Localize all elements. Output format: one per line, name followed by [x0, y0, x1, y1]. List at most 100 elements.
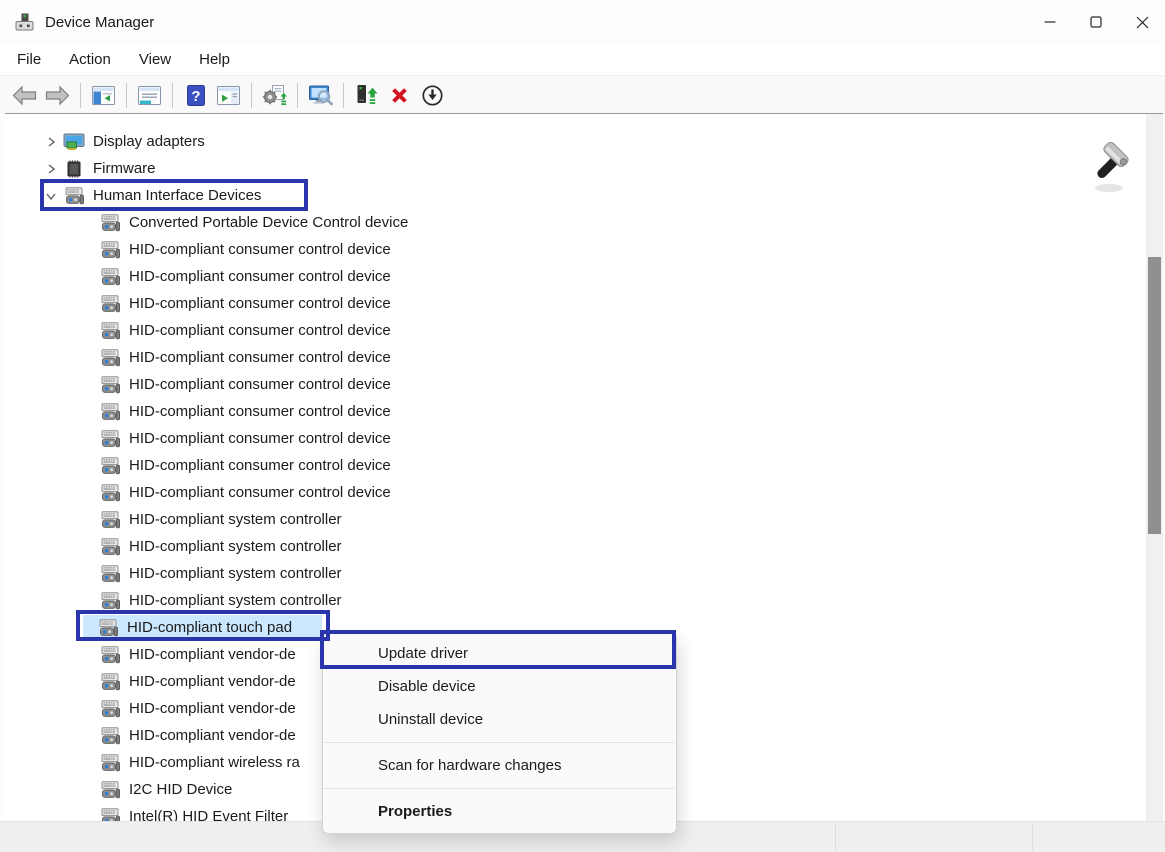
tree-item-human-interface-devices[interactable]: Human Interface Devices — [5, 182, 1143, 209]
hid-icon — [99, 268, 121, 286]
context-menu-item-uninstall-device[interactable]: Uninstall device — [323, 703, 676, 736]
hammer-cursor — [1083, 134, 1139, 201]
chevron-down-icon[interactable] — [41, 187, 61, 205]
firmware-icon — [63, 160, 85, 178]
tree-item-label: HID-compliant consumer control device — [129, 484, 391, 501]
context-menu-item-properties[interactable]: Properties — [323, 795, 676, 828]
menubar-item-view[interactable]: View — [137, 49, 173, 70]
hid-icon — [99, 403, 121, 421]
show-action-pane-icon — [216, 84, 241, 107]
tree-item-firmware[interactable]: Firmware — [5, 155, 1143, 182]
toolbar-separator — [343, 83, 344, 108]
hid-icon — [99, 646, 121, 664]
hid-icon — [99, 214, 121, 232]
hid-icon — [99, 241, 121, 259]
tree-item-label: I2C HID Device — [129, 781, 232, 798]
tree-item-label: HID-compliant consumer control device — [129, 349, 391, 366]
hid-icon — [99, 484, 121, 502]
hid-icon — [99, 511, 121, 529]
scan-hardware-changes-button[interactable] — [304, 80, 337, 110]
context-menu-item-disable-device[interactable]: Disable device — [323, 670, 676, 703]
toolbar: ? — [0, 75, 1165, 114]
tree-item-label: HID-compliant consumer control device — [129, 295, 391, 312]
tree-item-hid-compliant-consumer-control-device[interactable]: HID-compliant consumer control device — [5, 317, 1143, 344]
show-console-tree-button[interactable] — [87, 80, 120, 110]
tree-item-display-adapters[interactable]: Display adapters — [5, 128, 1143, 155]
help-button[interactable]: ? — [179, 80, 212, 110]
tree-item-converted-portable-device-control-device[interactable]: Converted Portable Device Control device — [5, 209, 1143, 236]
tree-item-hid-compliant-consumer-control-device[interactable]: HID-compliant consumer control device — [5, 371, 1143, 398]
help-icon: ? — [185, 84, 207, 107]
context-menu-separator — [324, 788, 675, 789]
hid-icon — [99, 538, 121, 556]
tree-item-hid-compliant-consumer-control-device[interactable]: HID-compliant consumer control device — [5, 479, 1143, 506]
disable-device-icon — [421, 84, 444, 107]
tree-item-hid-compliant-consumer-control-device[interactable]: HID-compliant consumer control device — [5, 236, 1143, 263]
display-adapter-icon — [63, 133, 85, 151]
tree-item-label: HID-compliant touch pad — [127, 619, 292, 636]
disable-device-button[interactable] — [416, 80, 449, 110]
tree-item-label: HID-compliant vendor-de — [129, 646, 296, 663]
tree-item-hid-compliant-system-controller[interactable]: HID-compliant system controller — [5, 560, 1143, 587]
title-bar: Device Manager — [0, 0, 1165, 44]
uninstall-device-button[interactable] — [383, 80, 416, 110]
context-menu-separator — [324, 742, 675, 743]
tree-item-hid-compliant-system-controller[interactable]: HID-compliant system controller — [5, 506, 1143, 533]
tree-item-label: HID-compliant system controller — [129, 592, 342, 609]
tree-item-label: HID-compliant vendor-de — [129, 727, 296, 744]
tree-item-hid-compliant-consumer-control-device[interactable]: HID-compliant consumer control device — [5, 290, 1143, 317]
tree-item-label: Firmware — [93, 160, 156, 177]
properties-button[interactable] — [133, 80, 166, 110]
back-button[interactable] — [8, 80, 41, 110]
tree-item-hid-compliant-system-controller[interactable]: HID-compliant system controller — [5, 533, 1143, 560]
hid-icon — [99, 727, 121, 745]
tree-item-label: HID-compliant system controller — [129, 565, 342, 582]
scrollbar-thumb[interactable] — [1148, 257, 1161, 534]
maximize-button[interactable] — [1073, 0, 1119, 44]
tree-item-label: HID-compliant system controller — [129, 511, 342, 528]
tree-item-hid-compliant-consumer-control-device[interactable]: HID-compliant consumer control device — [5, 344, 1143, 371]
forward-icon — [44, 84, 71, 107]
context-menu-item-scan-for-hardware-changes[interactable]: Scan for hardware changes — [323, 749, 676, 782]
tree-item-hid-compliant-consumer-control-device[interactable]: HID-compliant consumer control device — [5, 425, 1143, 452]
close-button[interactable] — [1119, 0, 1165, 44]
chevron-right-icon[interactable] — [41, 160, 61, 178]
maximize-icon — [1090, 16, 1102, 28]
hid-icon — [99, 754, 121, 772]
hid-icon — [99, 349, 121, 367]
add-drivers-button[interactable] — [258, 80, 291, 110]
hid-icon — [99, 565, 121, 583]
show-action-pane-button[interactable] — [212, 80, 245, 110]
window-controls — [1027, 0, 1165, 44]
vertical-scrollbar[interactable] — [1146, 114, 1163, 822]
status-bar-divider — [1032, 824, 1033, 850]
minimize-icon — [1044, 16, 1056, 28]
tree-item-label: Intel(R) HID Event Filter — [129, 808, 288, 822]
tree-item-label: HID-compliant wireless ra — [129, 754, 300, 771]
update-driver-button[interactable] — [350, 80, 383, 110]
tree-item-label: Display adapters — [93, 133, 205, 150]
tree-item-hid-compliant-consumer-control-device[interactable]: HID-compliant consumer control device — [5, 452, 1143, 479]
menubar-item-help[interactable]: Help — [197, 49, 232, 70]
context-menu-item-update-driver[interactable]: Update driver — [323, 637, 676, 670]
tree-item-hid-compliant-consumer-control-device[interactable]: HID-compliant consumer control device — [5, 263, 1143, 290]
tree-item-hid-compliant-consumer-control-device[interactable]: HID-compliant consumer control device — [5, 398, 1143, 425]
forward-button[interactable] — [41, 80, 74, 110]
hid-icon — [99, 457, 121, 475]
back-icon — [11, 84, 38, 107]
chevron-right-icon[interactable] — [41, 133, 61, 151]
hid-icon — [99, 781, 121, 799]
hid-icon — [99, 808, 121, 823]
toolbar-separator — [172, 83, 173, 108]
menubar-item-action[interactable]: Action — [67, 49, 113, 70]
hid-icon — [63, 187, 85, 205]
menu-bar: File Action View Help — [0, 44, 1165, 75]
minimize-button[interactable] — [1027, 0, 1073, 44]
tree-item-hid-compliant-system-controller[interactable]: HID-compliant system controller — [5, 587, 1143, 614]
hid-icon — [99, 592, 121, 610]
toolbar-separator — [126, 83, 127, 108]
menubar-item-file[interactable]: File — [15, 49, 43, 70]
context-menu: Update driverDisable deviceUninstall dev… — [322, 633, 677, 834]
hid-icon — [99, 700, 121, 718]
tree-item-label: HID-compliant system controller — [129, 538, 342, 555]
